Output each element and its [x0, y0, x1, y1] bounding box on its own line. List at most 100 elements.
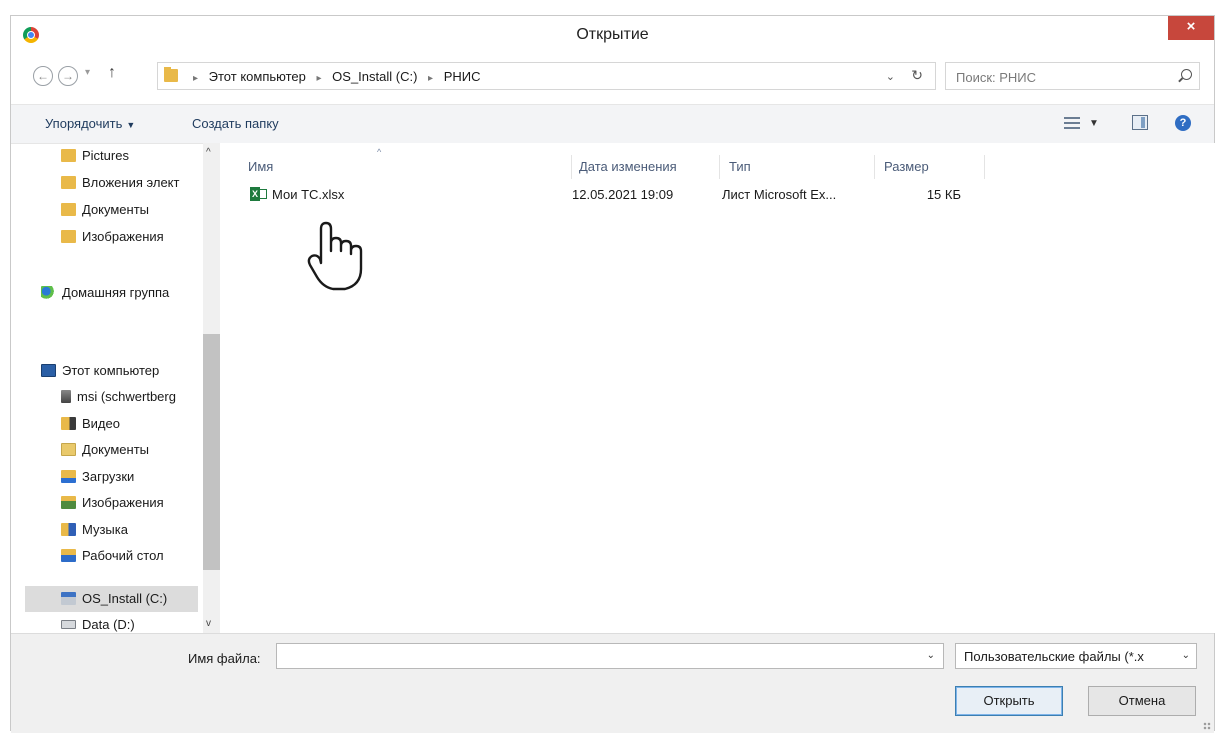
nav-item-desktop[interactable]: Рабочий стол [61, 548, 203, 563]
folder-icon [164, 67, 178, 82]
filename-combobox[interactable]: ⌄ [276, 643, 944, 669]
breadcrumb-rnis[interactable]: РНИС [444, 69, 481, 84]
nav-item-os-install[interactable]: OS_Install (C:) [61, 591, 203, 606]
filename-label: Имя файла: [188, 651, 261, 666]
nav-scrollbar[interactable]: ^ v [203, 143, 220, 633]
filetype-select[interactable]: Пользовательские файлы (*.x ⌄ [955, 643, 1197, 669]
file-size: 15 КБ [926, 187, 961, 202]
nav-item-label: Видео [82, 416, 120, 431]
folder-icon [61, 203, 76, 216]
desktop-folder-icon [61, 549, 76, 562]
forward-button[interactable]: → [58, 66, 78, 86]
nav-item-documents[interactable]: Документы [61, 442, 203, 457]
scroll-down-icon[interactable]: v [206, 618, 211, 629]
address-dropdown-icon[interactable]: ⌄ [886, 70, 895, 83]
nav-item-label: Этот компьютер [62, 363, 160, 378]
folder-icon [61, 176, 76, 189]
file-row[interactable]: X Мои ТС.xlsx 12.05.2021 19:09 Лист Micr… [236, 183, 966, 207]
breadcrumb-separator-icon: ▸ [316, 73, 322, 84]
open-button[interactable]: Открыть [955, 686, 1063, 716]
column-divider[interactable] [874, 155, 875, 179]
folder-icon [61, 149, 76, 162]
back-button[interactable]: ← [33, 66, 53, 86]
nav-item-msi[interactable]: msi (schwertberg [61, 389, 203, 404]
view-options-icon[interactable] [1064, 117, 1080, 131]
address-bar[interactable]: ▸ Этот компьютер ▸ OS_Install (C:) ▸ РНИ… [157, 62, 936, 90]
nav-item-pictures[interactable]: Pictures [61, 148, 203, 163]
nav-item-images[interactable]: Изображения [61, 495, 203, 510]
file-modified: 12.05.2021 19:09 [572, 187, 674, 202]
nav-item-video[interactable]: Видео [61, 416, 203, 431]
close-button[interactable]: × [1168, 16, 1214, 40]
nav-item-label: Изображения [82, 495, 164, 510]
pictures-folder-icon [61, 496, 76, 509]
file-name: Мои ТС.xlsx [272, 187, 345, 202]
nav-item-attachments[interactable]: Вложения элект [61, 175, 203, 190]
dialog-title: Открытие [576, 26, 649, 43]
up-folder-button[interactable]: ↑ [108, 64, 116, 82]
folder-icon [61, 230, 76, 243]
view-dropdown-icon[interactable]: ▼ [1089, 118, 1099, 129]
navigation-pane: Pictures Вложения элект Документы Изобра… [11, 143, 217, 633]
chevron-down-icon[interactable]: ⌄ [927, 650, 935, 661]
breadcrumb-separator-icon: ▸ [428, 73, 434, 84]
column-divider[interactable] [571, 155, 572, 179]
resize-grip-icon[interactable] [1203, 722, 1211, 730]
nav-item-this-pc[interactable]: Этот компьютер [41, 363, 203, 378]
nav-item-label: Загрузки [82, 469, 135, 484]
drive-icon [61, 620, 76, 629]
nav-item-images-fav[interactable]: Изображения [61, 229, 203, 244]
column-header-type[interactable]: Тип [729, 159, 751, 174]
column-divider[interactable] [984, 155, 985, 179]
chevron-down-icon: ▼ [126, 120, 136, 130]
cancel-button[interactable]: Отмена [1088, 686, 1196, 716]
downloads-folder-icon [61, 470, 76, 483]
chevron-down-icon[interactable]: ⌄ [1182, 650, 1190, 661]
nav-item-label: Документы [82, 442, 150, 457]
organize-label: Упорядочить [45, 116, 123, 131]
column-header-name[interactable]: Имя [248, 159, 273, 174]
nav-item-label: msi (schwertberg [77, 389, 176, 404]
breadcrumb-separator-icon: ▸ [193, 73, 199, 84]
breadcrumb: ▸ Этот компьютер ▸ OS_Install (C:) ▸ РНИ… [186, 69, 480, 84]
column-header-size[interactable]: Размер [884, 159, 929, 174]
nav-item-label: Домашняя группа [62, 285, 170, 300]
computer-icon [41, 364, 56, 377]
network-drive-icon [61, 390, 71, 403]
homegroup-icon [41, 286, 56, 299]
nav-item-music[interactable]: Музыка [61, 522, 203, 537]
organize-button[interactable]: Упорядочить ▼ [45, 116, 135, 131]
nav-item-label: Вложения элект [82, 175, 180, 190]
music-folder-icon [61, 523, 76, 536]
search-box[interactable] [945, 62, 1200, 90]
search-icon[interactable] [1181, 69, 1192, 80]
hand-cursor-icon [307, 221, 363, 291]
filename-input[interactable] [281, 647, 915, 667]
nav-item-label: Data (D:) [82, 617, 135, 632]
refresh-icon[interactable]: ↻ [911, 67, 923, 84]
dialog-footer: Имя файла: ⌄ Пользовательские файлы (*.x… [11, 633, 1214, 733]
nav-item-label: Изображения [82, 229, 164, 244]
nav-item-homegroup[interactable]: Домашняя группа [41, 285, 203, 300]
nav-item-label: Музыка [82, 522, 128, 537]
nav-item-documents-fav[interactable]: Документы [61, 202, 203, 217]
preview-pane-icon[interactable] [1132, 115, 1148, 130]
excel-file-icon: X [250, 187, 267, 201]
help-icon[interactable]: ? [1175, 115, 1191, 131]
nav-item-downloads[interactable]: Загрузки [61, 469, 203, 484]
nav-item-label: OS_Install (C:) [82, 591, 168, 606]
search-input[interactable] [954, 67, 1168, 87]
breadcrumb-os-install[interactable]: OS_Install (C:) [332, 69, 417, 84]
command-bar: Упорядочить ▼ Создать папку ▼ ? [11, 104, 1214, 144]
address-row: ← → ▾ ↑ ▸ Этот компьютер ▸ OS_Install (C… [11, 62, 1214, 92]
nav-item-label: Документы [82, 202, 150, 217]
scrollbar-thumb[interactable] [203, 334, 220, 570]
history-dropdown-icon[interactable]: ▾ [85, 67, 90, 78]
nav-item-data[interactable]: Data (D:) [61, 617, 203, 632]
documents-folder-icon [61, 443, 76, 456]
column-divider[interactable] [719, 155, 720, 179]
scroll-up-icon[interactable]: ^ [206, 147, 211, 158]
new-folder-button[interactable]: Создать папку [192, 116, 279, 131]
column-header-modified[interactable]: Дата изменения [579, 159, 677, 174]
breadcrumb-this-pc[interactable]: Этот компьютер [209, 69, 306, 84]
